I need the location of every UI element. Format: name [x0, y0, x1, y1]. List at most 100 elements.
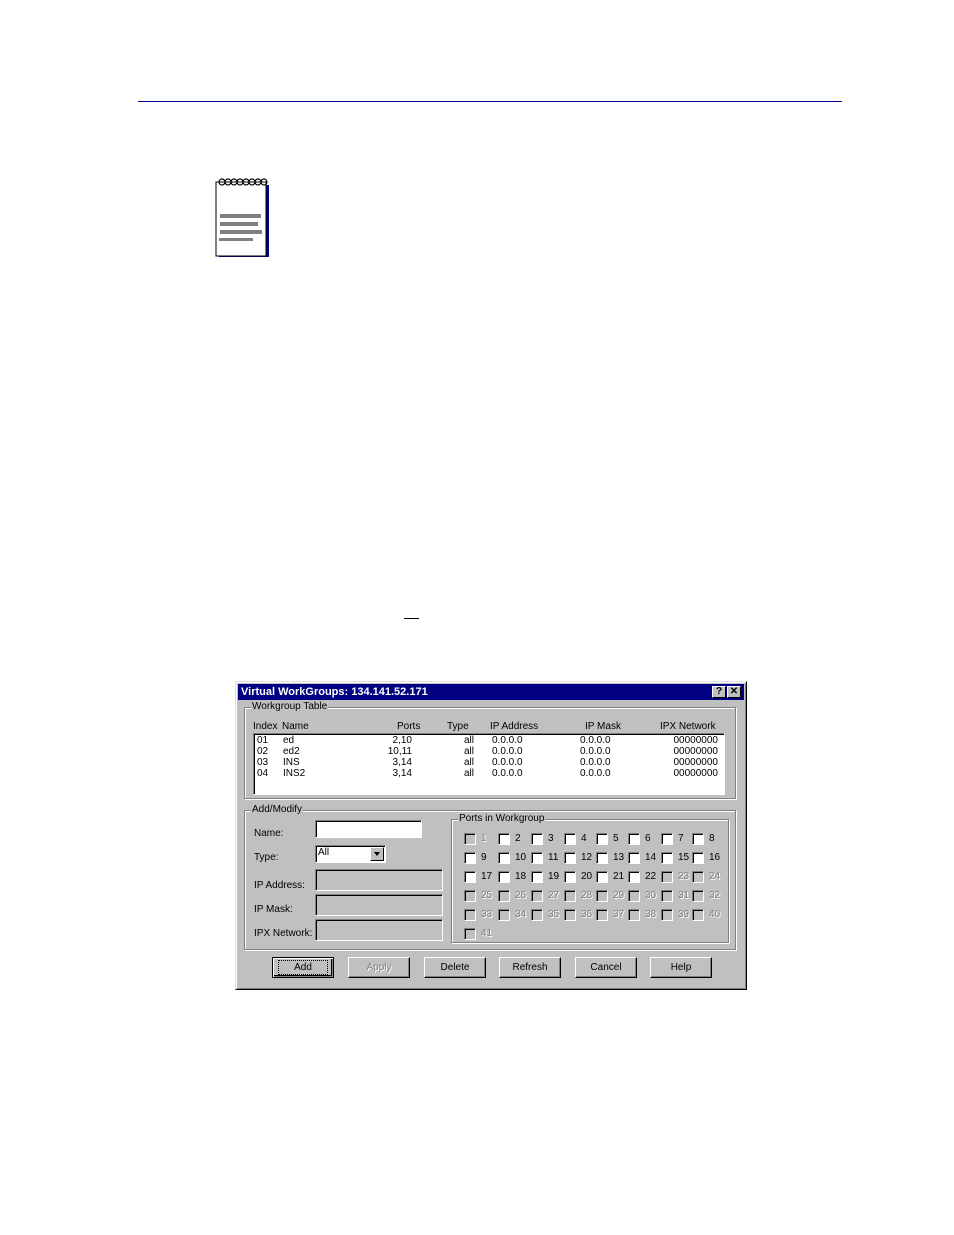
checkbox-icon[interactable]: [661, 909, 673, 921]
port-checkbox-20[interactable]: 20: [564, 871, 598, 884]
refresh-button[interactable]: Refresh: [499, 957, 561, 978]
ipx-network-input[interactable]: [315, 919, 443, 941]
port-checkbox-3[interactable]: 3: [531, 833, 565, 846]
checkbox-icon[interactable]: [661, 833, 673, 845]
type-select-value: All: [318, 847, 330, 858]
checkbox-icon[interactable]: [692, 852, 704, 864]
port-checkbox-8[interactable]: 8: [692, 833, 726, 846]
port-checkbox-23[interactable]: 23: [661, 871, 695, 884]
chevron-down-icon[interactable]: [370, 847, 384, 861]
port-checkbox-17[interactable]: 17: [464, 871, 498, 884]
port-checkbox-29[interactable]: 29: [596, 890, 630, 903]
checkbox-icon[interactable]: [531, 871, 543, 883]
apply-button[interactable]: Apply: [348, 957, 410, 978]
checkbox-icon[interactable]: [596, 852, 608, 864]
port-checkbox-40[interactable]: 40: [692, 909, 726, 922]
checkbox-icon[interactable]: [564, 871, 576, 883]
checkbox-icon[interactable]: [628, 871, 640, 883]
checkbox-icon[interactable]: [498, 871, 510, 883]
checkbox-icon[interactable]: [564, 890, 576, 902]
checkbox-icon[interactable]: [628, 890, 640, 902]
port-checkbox-10[interactable]: 10: [498, 852, 532, 865]
delete-button[interactable]: Delete: [424, 957, 486, 978]
column-header-ipx-network: IPX Network: [660, 721, 716, 732]
checkbox-icon[interactable]: [596, 909, 608, 921]
port-checkbox-28[interactable]: 28: [564, 890, 598, 903]
port-checkbox-26[interactable]: 26: [498, 890, 532, 903]
add-button[interactable]: Add: [272, 957, 334, 978]
port-checkbox-24[interactable]: 24: [692, 871, 726, 884]
port-checkbox-35[interactable]: 35: [531, 909, 565, 922]
checkbox-icon[interactable]: [692, 871, 704, 883]
checkbox-icon[interactable]: [464, 852, 476, 864]
type-select[interactable]: All: [315, 845, 386, 863]
checkbox-icon[interactable]: [498, 909, 510, 921]
port-checkbox-38[interactable]: 38: [628, 909, 662, 922]
checkbox-icon[interactable]: [628, 909, 640, 921]
checkbox-icon[interactable]: [628, 833, 640, 845]
port-checkbox-41[interactable]: 41: [464, 928, 498, 941]
checkbox-icon[interactable]: [596, 871, 608, 883]
workgroup-list[interactable]: 01 ed 2,10 all 0.0.0.0 0.0.0.0 00000000 …: [253, 733, 725, 795]
checkbox-icon[interactable]: [464, 833, 476, 845]
checkbox-icon[interactable]: [692, 833, 704, 845]
port-checkbox-21[interactable]: 21: [596, 871, 630, 884]
checkbox-icon[interactable]: [596, 890, 608, 902]
checkbox-icon[interactable]: [661, 890, 673, 902]
checkbox-icon[interactable]: [498, 852, 510, 864]
port-checkbox-34[interactable]: 34: [498, 909, 532, 922]
port-checkbox-18[interactable]: 18: [498, 871, 532, 884]
port-checkbox-5[interactable]: 5: [596, 833, 630, 846]
checkbox-icon[interactable]: [498, 833, 510, 845]
port-checkbox-6[interactable]: 6: [628, 833, 662, 846]
checkbox-icon[interactable]: [531, 833, 543, 845]
port-checkbox-16[interactable]: 16: [692, 852, 726, 865]
port-checkbox-13[interactable]: 13: [596, 852, 630, 865]
port-checkbox-37[interactable]: 37: [596, 909, 630, 922]
port-checkbox-33[interactable]: 33: [464, 909, 498, 922]
port-checkbox-12[interactable]: 12: [564, 852, 598, 865]
port-checkbox-36[interactable]: 36: [564, 909, 598, 922]
checkbox-icon[interactable]: [531, 909, 543, 921]
port-checkbox-27[interactable]: 27: [531, 890, 565, 903]
port-checkbox-25[interactable]: 25: [464, 890, 498, 903]
checkbox-icon[interactable]: [564, 833, 576, 845]
checkbox-icon[interactable]: [596, 833, 608, 845]
checkbox-icon[interactable]: [531, 890, 543, 902]
checkbox-icon[interactable]: [464, 890, 476, 902]
help-button[interactable]: Help: [650, 957, 712, 978]
port-checkbox-32[interactable]: 32: [692, 890, 726, 903]
cancel-button[interactable]: Cancel: [575, 957, 637, 978]
port-checkbox-2[interactable]: 2: [498, 833, 532, 846]
checkbox-icon[interactable]: [564, 909, 576, 921]
checkbox-icon[interactable]: [692, 890, 704, 902]
name-input[interactable]: [315, 820, 422, 838]
port-checkbox-22[interactable]: 22: [628, 871, 662, 884]
checkbox-icon[interactable]: [531, 852, 543, 864]
checkbox-icon[interactable]: [464, 909, 476, 921]
checkbox-icon[interactable]: [692, 909, 704, 921]
checkbox-icon[interactable]: [628, 852, 640, 864]
port-checkbox-7[interactable]: 7: [661, 833, 695, 846]
checkbox-icon[interactable]: [661, 852, 673, 864]
port-checkbox-4[interactable]: 4: [564, 833, 598, 846]
port-checkbox-39[interactable]: 39: [661, 909, 695, 922]
ip-mask-input[interactable]: [315, 894, 443, 916]
table-row[interactable]: 04 INS2 3,14 all 0.0.0.0 0.0.0.0 0000000…: [254, 768, 724, 780]
checkbox-icon[interactable]: [498, 890, 510, 902]
checkbox-icon[interactable]: [464, 871, 476, 883]
port-checkbox-1[interactable]: 1: [464, 833, 498, 846]
help-icon[interactable]: ?: [712, 686, 726, 698]
checkbox-icon[interactable]: [661, 871, 673, 883]
port-checkbox-9[interactable]: 9: [464, 852, 498, 865]
close-icon[interactable]: ✕: [727, 686, 741, 698]
ip-address-input[interactable]: [315, 869, 443, 891]
port-checkbox-30[interactable]: 30: [628, 890, 662, 903]
checkbox-icon[interactable]: [464, 928, 476, 940]
port-checkbox-14[interactable]: 14: [628, 852, 662, 865]
port-checkbox-31[interactable]: 31: [661, 890, 695, 903]
port-checkbox-15[interactable]: 15: [661, 852, 695, 865]
port-checkbox-19[interactable]: 19: [531, 871, 565, 884]
checkbox-icon[interactable]: [564, 852, 576, 864]
port-checkbox-11[interactable]: 11: [531, 852, 565, 865]
